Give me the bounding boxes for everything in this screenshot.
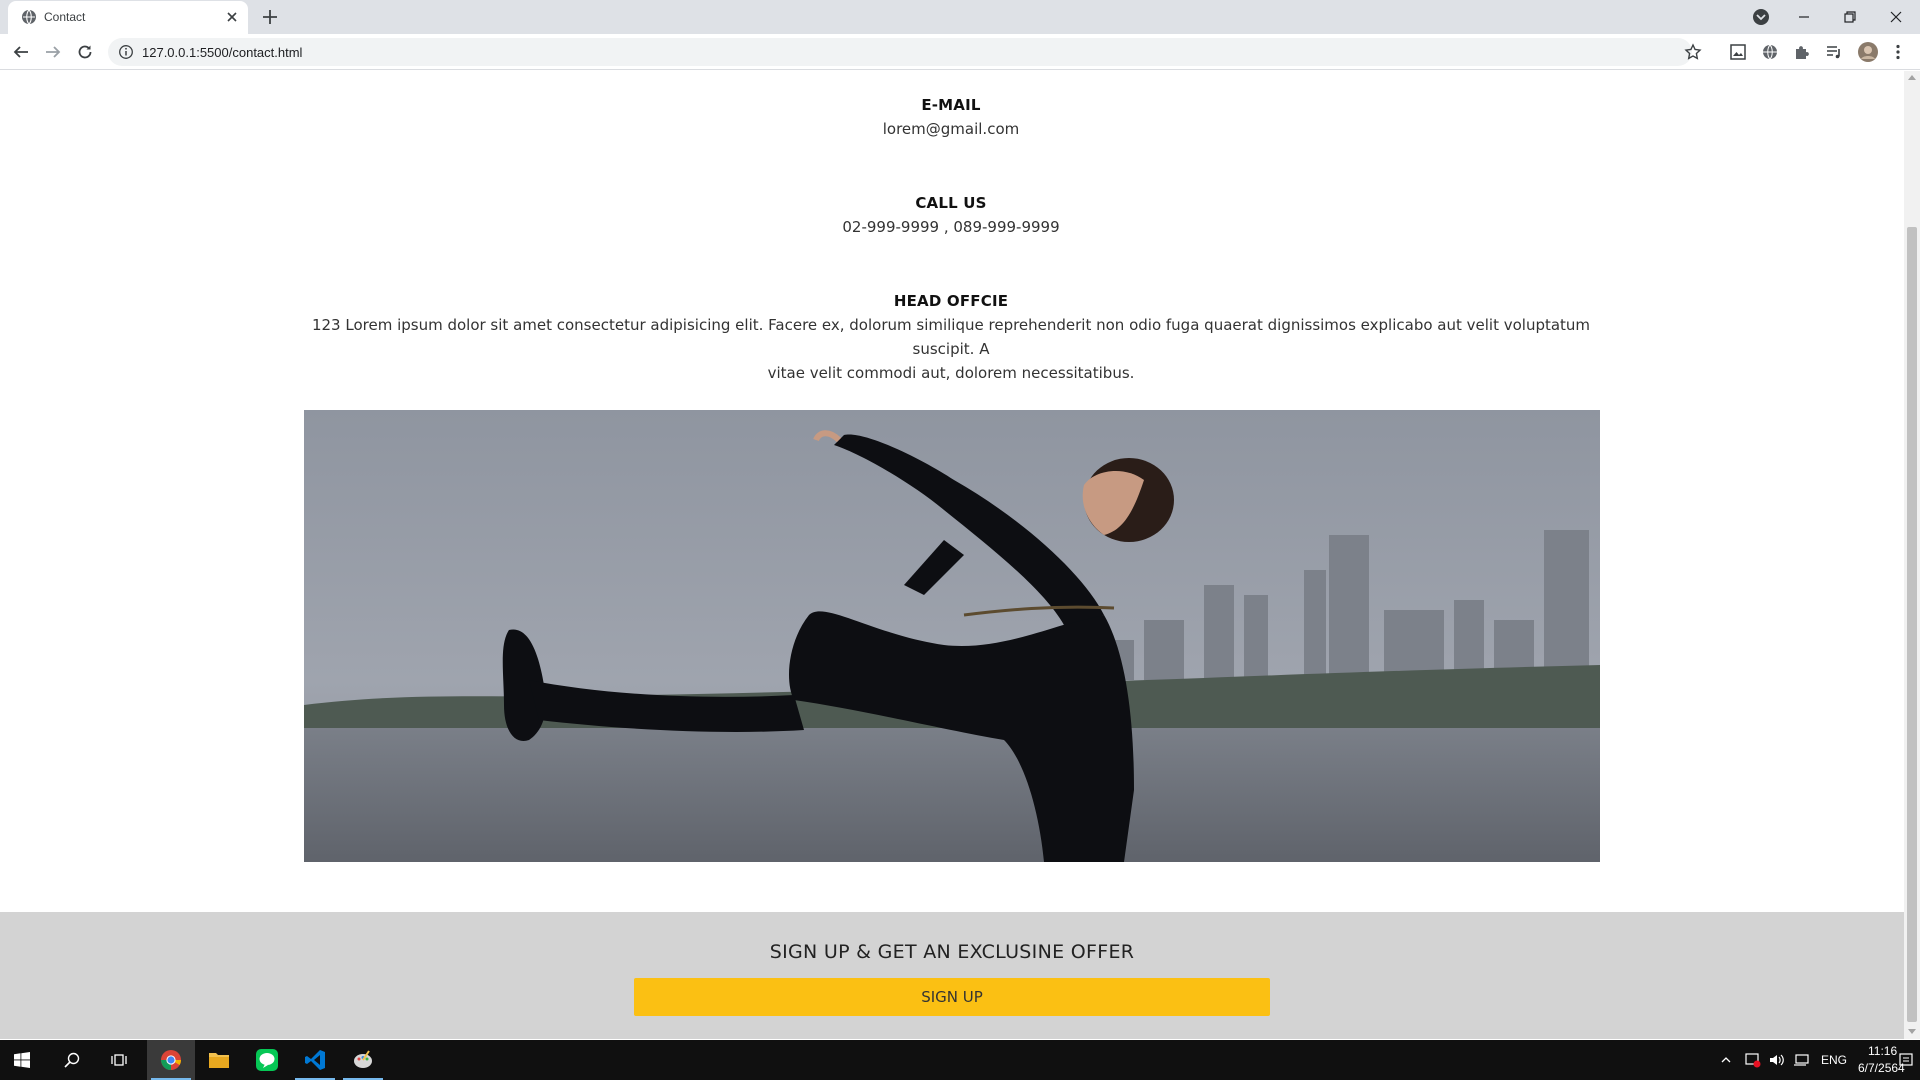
taskbar-paint[interactable] (339, 1040, 387, 1080)
browser-tab-strip: Contact (0, 0, 1920, 34)
page-scrollbar[interactable] (1904, 71, 1920, 1039)
tab-title: Contact (44, 10, 86, 24)
input-language[interactable]: ENG (1821, 1053, 1847, 1067)
image-extension-icon[interactable] (1729, 43, 1747, 61)
notifications-icon[interactable] (1898, 1052, 1914, 1068)
address-bar[interactable]: 127.0.0.1:5500/contact.html (108, 38, 1702, 66)
globe-icon (22, 9, 36, 25)
folder-icon (209, 1053, 229, 1068)
close-window-icon[interactable] (1885, 6, 1907, 28)
signup-button[interactable]: SIGN UP (634, 978, 1270, 1016)
phone-heading: CALL US (915, 194, 987, 212)
close-tab-icon[interactable] (224, 9, 240, 25)
hero-photo (304, 410, 1600, 862)
email-section: E-MAIL lorem@gmail.com (303, 93, 1599, 141)
chrome-menu-icon[interactable] (1889, 43, 1907, 61)
taskbar-vscode[interactable] (291, 1040, 339, 1080)
signup-section: SIGN UP & GET AN EXCLUSINE OFFER SIGN UP (0, 912, 1904, 1039)
scrollbar-thumb[interactable] (1907, 227, 1917, 1022)
vscode-icon (305, 1050, 325, 1070)
phone-value: 02-999-9999 , 089-999-9999 (842, 218, 1060, 236)
security-alert-icon[interactable] (1745, 1052, 1761, 1068)
taskbar-line[interactable] (243, 1040, 291, 1080)
email-value: lorem@gmail.com (882, 120, 1020, 138)
chrome-icon (160, 1050, 182, 1071)
network-icon[interactable] (1793, 1052, 1809, 1068)
office-address-line-2: vitae velit commodi aut, dolorem necessi… (767, 364, 1135, 382)
signup-title: SIGN UP & GET AN EXCLUSINE OFFER (769, 941, 1135, 963)
reload-icon[interactable] (76, 43, 94, 61)
scroll-down-arrow-icon[interactable] (1908, 1029, 1916, 1034)
site-info-icon[interactable] (118, 44, 134, 60)
phone-section: CALL US 02-999-9999 , 089-999-9999 (303, 191, 1599, 239)
forward-arrow-icon[interactable] (44, 43, 62, 61)
taskbar-chrome[interactable] (147, 1040, 195, 1080)
email-heading: E-MAIL (921, 96, 981, 114)
office-section: HEAD OFFCIE 123 Lorem ipsum dolor sit am… (303, 289, 1599, 385)
office-heading: HEAD OFFCIE (893, 292, 1009, 310)
windows-start-icon[interactable] (14, 1052, 30, 1068)
task-view-icon[interactable] (111, 1052, 127, 1068)
extensions-puzzle-icon[interactable] (1793, 43, 1811, 61)
page-viewport: E-MAIL lorem@gmail.com CALL US 02-999-99… (0, 71, 1904, 1039)
new-tab-icon[interactable] (261, 8, 279, 26)
bookmark-star-icon[interactable] (1684, 43, 1702, 61)
browser-tab-contact[interactable]: Contact (8, 1, 248, 34)
browser-toolbar: 127.0.0.1:5500/contact.html (0, 34, 1920, 70)
media-queue-icon[interactable] (1825, 43, 1843, 61)
office-address-line-1: 123 Lorem ipsum dolor sit amet consectet… (311, 316, 1591, 358)
tab-search-icon[interactable] (1750, 6, 1772, 28)
scroll-up-arrow-icon[interactable] (1908, 75, 1916, 80)
line-app-icon (256, 1049, 278, 1071)
paint-palette-icon (354, 1050, 372, 1068)
globe-extension-icon[interactable] (1761, 43, 1779, 61)
back-arrow-icon[interactable] (12, 43, 30, 61)
url-text: 127.0.0.1:5500/contact.html (142, 45, 303, 60)
volume-icon[interactable] (1769, 1052, 1785, 1068)
show-hidden-icons-icon[interactable] (1720, 1054, 1732, 1066)
restore-icon[interactable] (1839, 6, 1861, 28)
profile-avatar[interactable] (1857, 41, 1879, 63)
taskbar-file-explorer[interactable] (195, 1040, 243, 1080)
windows-taskbar: ENG 11:16 6/7/2564 (0, 1040, 1920, 1080)
search-icon[interactable] (64, 1052, 80, 1068)
minimize-icon[interactable] (1793, 6, 1815, 28)
clock-time[interactable]: 11:16 (1868, 1044, 1897, 1058)
